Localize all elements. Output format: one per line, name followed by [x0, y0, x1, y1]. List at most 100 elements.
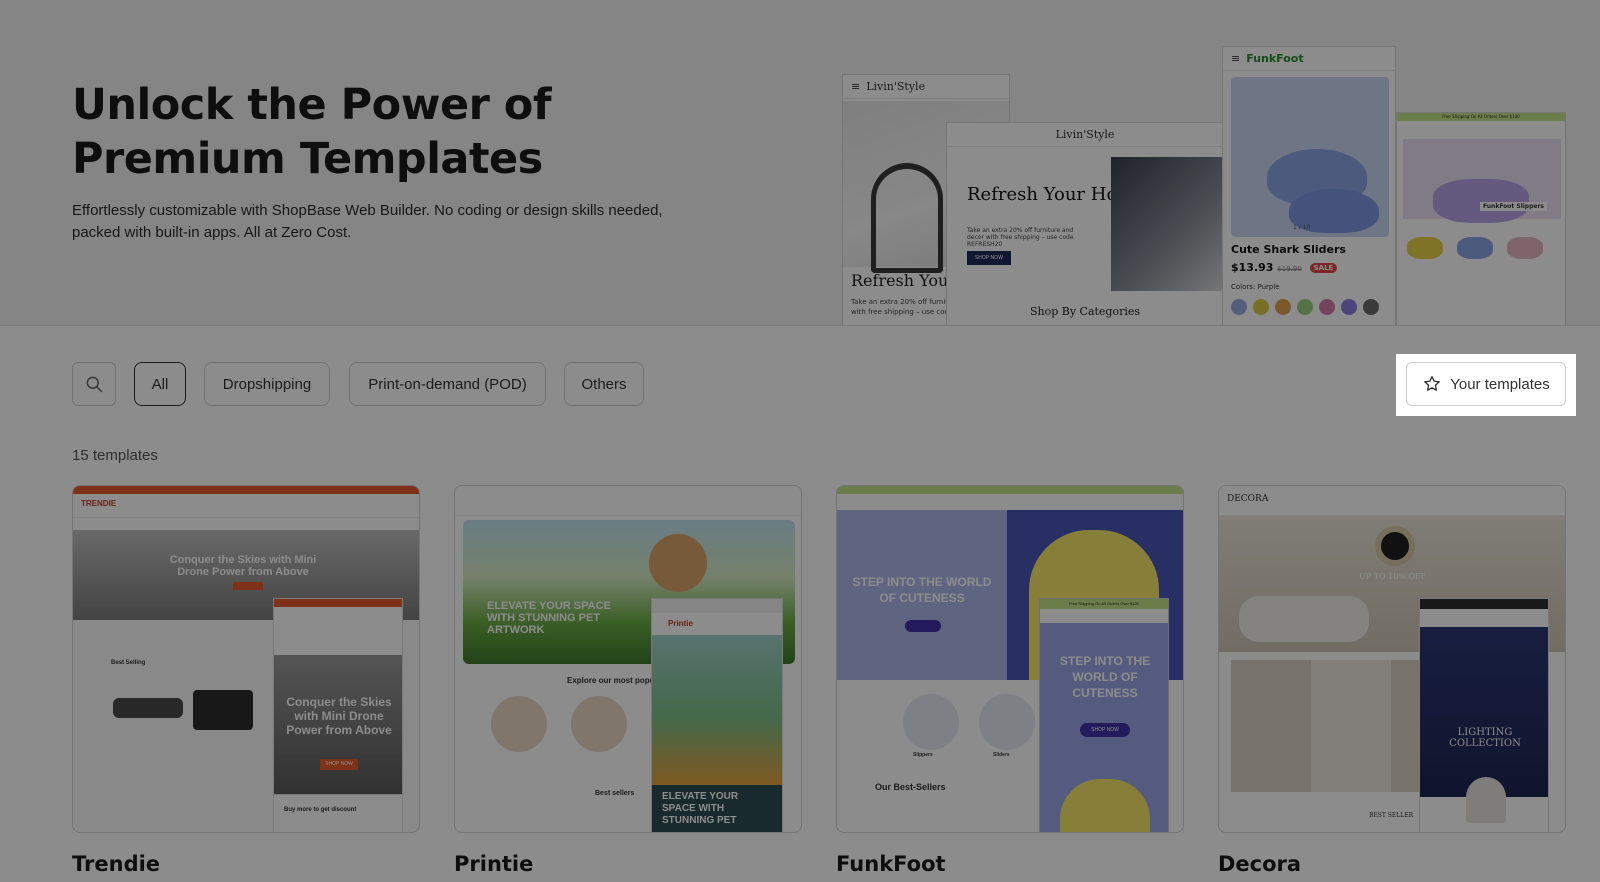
compare-price: $19.90: [1277, 265, 1302, 273]
product-thumbs: [1407, 237, 1543, 259]
drone-image: [113, 698, 183, 718]
mirror-image: [1375, 526, 1415, 566]
mobile-promo-bar: Free Shipping On All Orders Over $100: [1040, 599, 1168, 609]
category-label: Slippers: [913, 752, 933, 758]
preview-mobile: Printie ELEVATE YOUR SPACE WITH STUNNING…: [651, 598, 783, 832]
color-swatches: [1231, 299, 1379, 315]
preview-shop-now-button: SHOP NOW: [967, 251, 1011, 265]
your-templates-label: Your templates: [1450, 375, 1550, 393]
mobile-promo-bar: [1420, 599, 1548, 609]
filter-chip-others[interactable]: Others: [564, 362, 644, 406]
preview-shop-now-label: SHOP NOW: [974, 255, 1004, 261]
bedroom-image: [1111, 157, 1223, 291]
mobile-button: SHOP NOW: [1080, 723, 1130, 737]
filter-chip-pod[interactable]: Print-on-demand (POD): [349, 362, 546, 406]
mobile-headline: LIGHTING COLLECTION: [1449, 727, 1521, 749]
swatch: [1341, 299, 1357, 315]
preview-grid: [1231, 660, 1421, 792]
slippers-banner-image: FunkFoot Slippers: [1403, 139, 1561, 223]
template-name-funkfoot: FunkFoot: [836, 852, 946, 876]
preview-headline: STEP INTO THE WORLD OF CUTENESS: [852, 575, 992, 605]
mobile-promo-bar: [274, 599, 402, 607]
mobile-arch-image: [1060, 779, 1150, 832]
category-thumb: [571, 696, 627, 752]
preview-livinstyle-logo: Livin'Style: [866, 80, 926, 93]
search-button[interactable]: [72, 362, 116, 406]
mobile-banner-text: Free Shipping On All Orders Over $100: [1069, 601, 1139, 606]
template-card-printie[interactable]: ELEVATE YOUR SPACE WITH STUNNING PET ART…: [454, 485, 802, 833]
your-templates-highlight: Your templates: [1396, 354, 1576, 416]
product-image: [193, 690, 253, 730]
mobile-logo: Printie: [668, 619, 693, 628]
swatch: [1297, 299, 1313, 315]
mobile-hero: [652, 635, 782, 785]
mobile-headline: Conquer the Skies with Mini Drone Power …: [286, 695, 392, 737]
preview-button: [905, 620, 941, 632]
preview-nav: [455, 486, 801, 516]
promo-bar: [837, 486, 1183, 494]
menu-icon: ≡: [1231, 52, 1241, 65]
preview-livinstyle-desktop-header: Livin'Style: [947, 123, 1223, 147]
vase-image: [1466, 777, 1506, 823]
slide-counter: 1 / 10: [1293, 224, 1311, 231]
preview-livinstyle-desktop-sub: Take an extra 20% off furniture and deco…: [967, 227, 1074, 248]
slippers-label: FunkFoot Slippers: [1479, 202, 1547, 211]
preview-nav: DECORA: [1219, 486, 1565, 516]
preview-collection-banner: Free Shipping On All Orders Over $100: [1397, 113, 1565, 121]
template-name-trendie: Trendie: [72, 852, 161, 876]
preview-button: [233, 582, 263, 590]
template-card-trendie[interactable]: TRENDIE Conquer the Skies with Mini Dron…: [72, 485, 420, 833]
thumb: [1407, 237, 1443, 259]
your-templates-button[interactable]: Your templates: [1406, 362, 1566, 406]
colors-label: Colors: Purple: [1231, 283, 1280, 291]
dog-illustration: [649, 534, 707, 592]
preview-categories-heading: Shop By Categories: [1029, 305, 1141, 318]
preview-livinstyle-desktop: Livin'Style Refresh Your Home Take an ex…: [946, 122, 1224, 325]
thumb: [1507, 237, 1543, 259]
banner-text: Free Shipping On All Orders Over $100: [1442, 114, 1520, 119]
template-card-decora[interactable]: DECORA UP TO 10% OFF BEST SELLER LIGHTIN…: [1218, 485, 1566, 833]
best-sellers-label: Best sellers: [595, 790, 635, 797]
preview-mobile: Free Shipping On All Orders Over $100 ST…: [1039, 598, 1169, 832]
template-card-funkfoot[interactable]: STEP INTO THE WORLD OF CUTENESS Slippers…: [836, 485, 1184, 833]
hero-banner: Unlock the Power of Premium Templates Ef…: [0, 0, 1600, 326]
preview-funkfoot-collection: Free Shipping On All Orders Over $100 Fu…: [1396, 112, 1566, 325]
filter-chip-dropshipping[interactable]: Dropshipping: [204, 362, 330, 406]
preview-mobile: LIGHTING COLLECTION: [1419, 598, 1549, 832]
category-thumb: [491, 696, 547, 752]
preview-section: BEST SELLER: [1369, 812, 1414, 819]
preview-funkfoot-logo: FunkFoot: [1246, 52, 1304, 65]
preview-funkfoot-product: ≡ FunkFoot 1 / 10 Cute Shark Sliders $13…: [1222, 46, 1396, 325]
preview-livinstyle-header: ≡ Livin'Style: [843, 75, 1009, 99]
shark-slider-image: 1 / 10: [1231, 77, 1389, 237]
filter-chip-all[interactable]: All: [134, 362, 186, 406]
preview-section: Best Selling: [111, 660, 146, 666]
mobile-footer-text: ELEVATE YOUR SPACE WITH STUNNING PET: [652, 785, 782, 832]
category-label: Sliders: [993, 752, 1010, 758]
mobile-nav: [1420, 609, 1548, 623]
swatch: [1275, 299, 1291, 315]
swatch: [1363, 299, 1379, 315]
decora-logo: DECORA: [1227, 494, 1269, 504]
mobile-promo: Buy more to get discount: [284, 807, 357, 813]
hero-box: STEP INTO THE WORLD OF CUTENESS: [837, 510, 1007, 680]
category-thumb: [903, 694, 959, 750]
mobile-hero: LIGHTING COLLECTION: [1420, 627, 1548, 823]
template-name-printie: Printie: [454, 852, 534, 876]
star-icon: [1424, 376, 1441, 391]
thumb: [1457, 237, 1493, 259]
hero-description: Effortlessly customizable with ShopBase …: [72, 202, 663, 241]
mobile-button-label: SHOP NOW: [1091, 727, 1119, 733]
sale-badge: SALE: [1309, 263, 1338, 273]
search-icon: [86, 376, 103, 393]
preview-nav: [73, 494, 419, 518]
template-name-decora: Decora: [1218, 852, 1302, 876]
mobile-button: SHOP NOW: [320, 759, 358, 770]
preview-livinstyle-heading: Refresh Your: [851, 271, 956, 290]
sofa-image: [1239, 596, 1369, 642]
preview-livinstyle-desktop-logo: Livin'Style: [1055, 128, 1115, 141]
preview-product-title: Cute Shark Sliders: [1231, 243, 1346, 256]
templates-count: 15 templates: [72, 447, 158, 464]
mobile-hero: Conquer the Skies with Mini Drone Power …: [274, 655, 402, 795]
swatch: [1253, 299, 1269, 315]
